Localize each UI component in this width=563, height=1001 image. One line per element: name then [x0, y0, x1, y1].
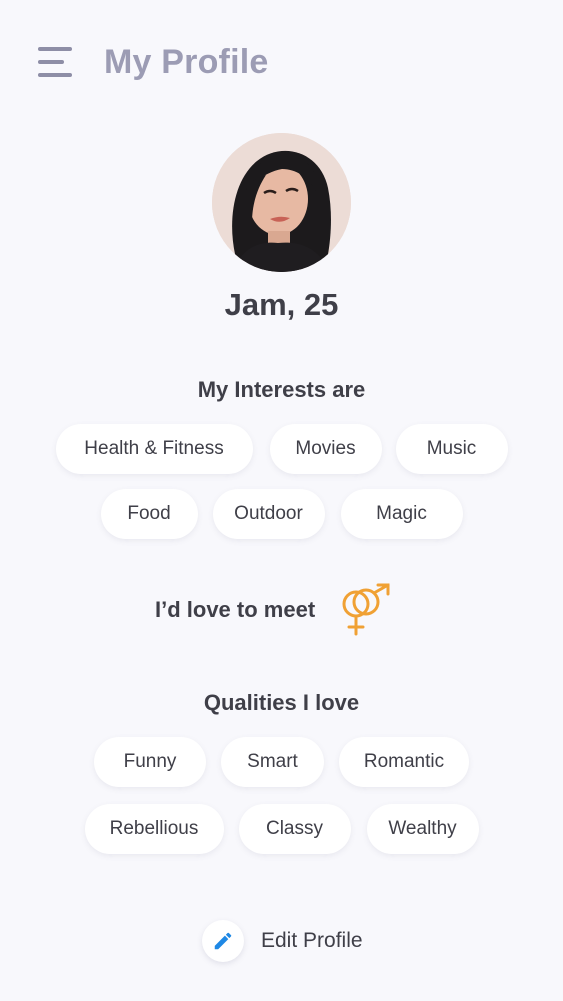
interest-chip[interactable]: Outdoor	[212, 489, 325, 539]
quality-chip[interactable]: Romantic	[339, 737, 469, 787]
edit-icon-circle[interactable]	[202, 920, 244, 962]
quality-chip[interactable]: Funny	[94, 737, 206, 787]
interest-chip[interactable]: Food	[100, 489, 198, 539]
interest-chip[interactable]: Magic	[340, 489, 463, 539]
quality-chip[interactable]: Classy	[238, 804, 351, 854]
edit-profile-button[interactable]: Edit Profile	[202, 920, 363, 962]
quality-chip[interactable]: Wealthy	[366, 804, 479, 854]
edit-profile-label: Edit Profile	[261, 929, 363, 952]
meet-label: I’d love to meet	[155, 597, 316, 622]
interest-chip[interactable]: Movies	[269, 424, 382, 474]
interests-row-2: Food Outdoor Magic	[0, 489, 563, 539]
quality-chip[interactable]: Smart	[221, 737, 324, 787]
pencil-icon	[214, 932, 232, 950]
interest-chip[interactable]: Music	[395, 424, 508, 474]
profile-name-age: Jam, 25	[224, 287, 339, 322]
meet-preference: I’d love to meet	[0, 580, 563, 644]
qualities-title: Qualities I love	[203, 690, 360, 715]
header: My Profile	[38, 40, 268, 84]
hamburger-menu-icon[interactable]	[38, 47, 72, 77]
interest-chip[interactable]: Health & Fitness	[55, 424, 253, 474]
interests-row-1: Health & Fitness Movies Music	[0, 424, 563, 474]
interests-title: My Interests are	[197, 377, 366, 402]
page-title: My Profile	[104, 42, 269, 81]
qualities-row-1: Funny Smart Romantic	[0, 737, 563, 787]
avatar	[212, 133, 351, 272]
qualities-row-2: Rebellious Classy Wealthy	[0, 804, 563, 854]
quality-chip[interactable]: Rebellious	[84, 804, 224, 854]
male-female-gender-icon[interactable]	[334, 580, 396, 642]
